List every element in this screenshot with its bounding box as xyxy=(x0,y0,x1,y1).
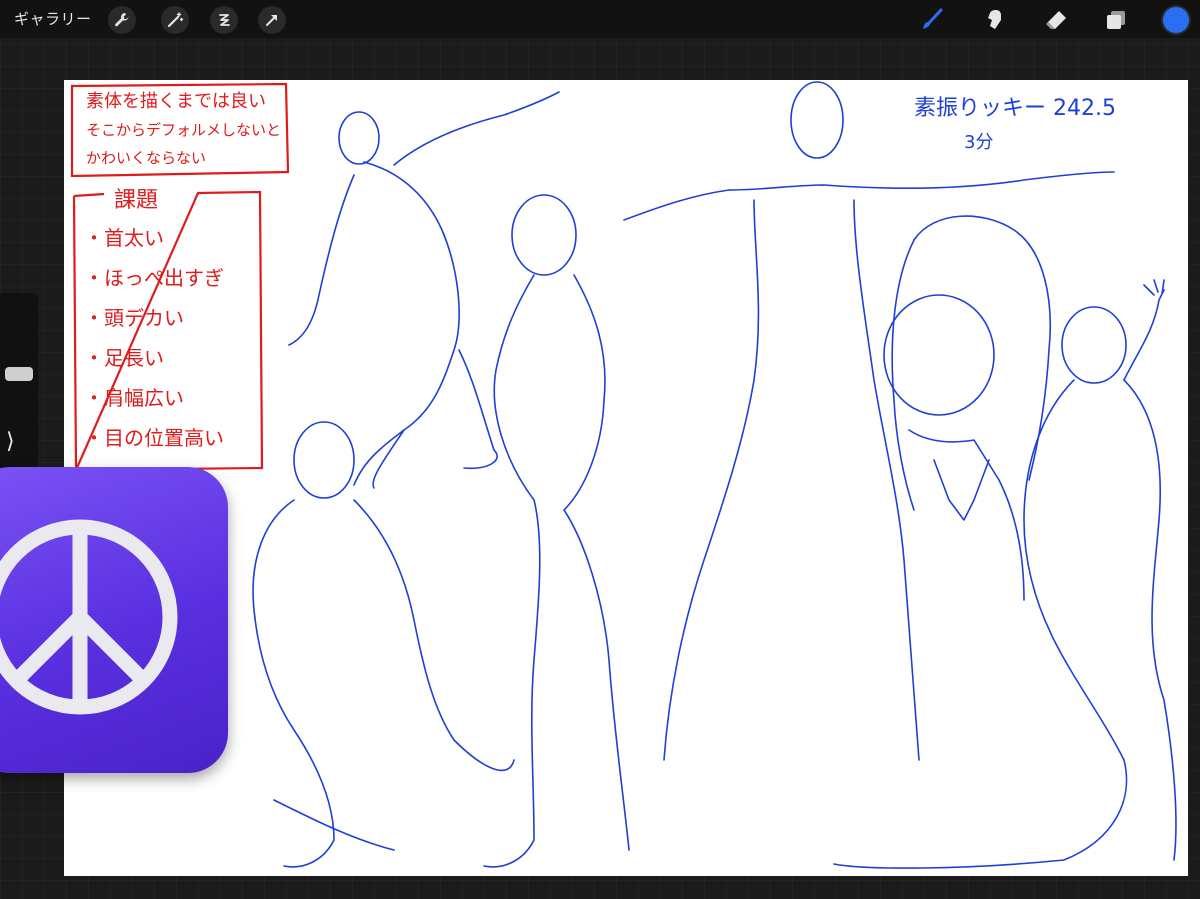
magic-wand-icon[interactable] xyxy=(161,6,189,34)
task-title: 課題 xyxy=(114,188,159,213)
task-item: ・目の位置高い xyxy=(84,426,224,450)
task-item: ・肩幅広い xyxy=(84,386,184,410)
selection-icon[interactable] xyxy=(210,6,238,34)
chevron-right-icon[interactable]: ⟩ xyxy=(6,429,15,454)
task-list: ・首太い ・ほっぺ出すぎ ・頭デカい ・足長い ・肩幅広い ・目の位置高い xyxy=(84,218,224,458)
note-line: そこからデフォルメしないと xyxy=(86,121,282,139)
drawing-canvas[interactable]: 素体を描くまでは良い そこからデフォルメしないと かわいくならない 課題 ・首太… xyxy=(64,80,1188,876)
note-box-1: 素体を描くまでは良い そこからデフォルメしないと かわいくならない xyxy=(86,88,281,172)
brush-size-slider[interactable] xyxy=(5,367,33,381)
eraser-icon[interactable] xyxy=(1041,5,1071,35)
task-item: ・足長い xyxy=(84,346,164,370)
task-item: ・ほっぺ出すぎ xyxy=(84,266,224,290)
task-item: ・頭デカい xyxy=(84,306,184,330)
canvas-sketch-layer xyxy=(70,81,1177,869)
blue-note-time: 3分 xyxy=(964,132,994,153)
brush-sidebar: ⟩ xyxy=(0,293,38,493)
task-item: ・首太い xyxy=(84,226,164,250)
blue-note-title: 素振りッキー 242.5 xyxy=(914,96,1116,121)
color-picker-button[interactable] xyxy=(1163,7,1189,33)
peace-symbol xyxy=(0,519,178,715)
top-toolbar: ギャラリー xyxy=(0,0,1200,38)
note-line: 素体を描くまでは良い xyxy=(86,91,266,112)
note-line: かわいくならない xyxy=(86,149,207,167)
layers-icon[interactable] xyxy=(1101,5,1131,35)
wrench-icon[interactable] xyxy=(108,6,136,34)
gallery-button[interactable]: ギャラリー xyxy=(14,8,92,29)
peace-sign-icon xyxy=(0,467,228,773)
brush-icon[interactable] xyxy=(917,5,947,35)
smudge-icon[interactable] xyxy=(979,5,1009,35)
transform-arrow-icon[interactable] xyxy=(258,6,286,34)
